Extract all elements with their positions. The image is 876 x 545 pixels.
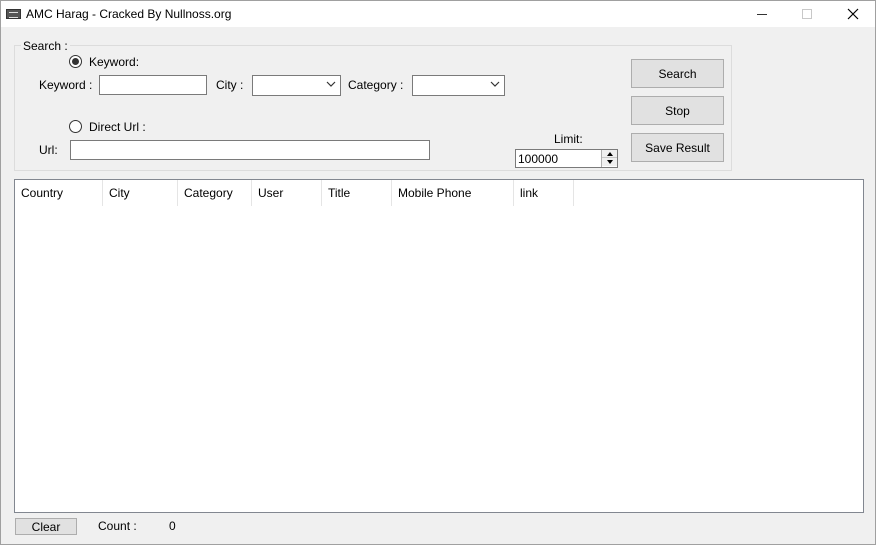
- close-icon: [847, 8, 859, 20]
- column-header-user[interactable]: User: [252, 180, 322, 206]
- app-window: AMC Harag - Cracked By Nullnoss.org Sear…: [0, 0, 876, 545]
- search-button[interactable]: Search: [631, 59, 724, 88]
- app-icon: [6, 9, 21, 19]
- limit-label: Limit:: [554, 132, 583, 146]
- column-header-mobile-phone[interactable]: Mobile Phone: [392, 180, 514, 206]
- column-header-country[interactable]: Country: [15, 180, 103, 206]
- title-bar: AMC Harag - Cracked By Nullnoss.org: [1, 1, 875, 27]
- stop-button[interactable]: Stop: [631, 96, 724, 125]
- clear-button[interactable]: Clear: [15, 518, 77, 535]
- chevron-down-icon: [490, 81, 500, 87]
- maximize-button[interactable]: [784, 1, 830, 27]
- column-header-city[interactable]: City: [103, 180, 178, 206]
- arrow-down-icon: [606, 160, 613, 164]
- category-select[interactable]: [412, 75, 505, 96]
- column-header-link[interactable]: link: [514, 180, 574, 206]
- url-input[interactable]: [70, 140, 430, 160]
- minimize-button[interactable]: [739, 1, 785, 27]
- column-header-title[interactable]: Title: [322, 180, 392, 206]
- window-title: AMC Harag - Cracked By Nullnoss.org: [26, 7, 232, 21]
- column-header-category[interactable]: Category: [178, 180, 252, 206]
- url-label: Url:: [39, 143, 58, 157]
- keyword-input[interactable]: [99, 75, 207, 95]
- limit-spinner: [601, 150, 617, 167]
- direct-url-radio-label: Direct Url :: [89, 120, 146, 134]
- keyword-label: Keyword :: [39, 78, 93, 92]
- category-label: Category :: [348, 78, 404, 92]
- count-value: 0: [169, 519, 176, 533]
- limit-numeric-input[interactable]: 100000: [515, 149, 618, 168]
- keyword-radio-label: Keyword:: [89, 55, 140, 69]
- direct-url-radio[interactable]: [69, 120, 82, 133]
- close-button[interactable]: [830, 1, 876, 27]
- city-select[interactable]: [252, 75, 341, 96]
- spin-up-button[interactable]: [602, 150, 617, 158]
- spin-down-button[interactable]: [602, 158, 617, 166]
- save-result-button[interactable]: Save Result: [631, 133, 724, 162]
- count-label: Count :: [98, 519, 137, 533]
- keyword-radio[interactable]: [69, 55, 82, 68]
- results-header: Country City Category User Title Mobile …: [15, 180, 574, 206]
- maximize-icon: [802, 9, 812, 19]
- minimize-icon: [757, 13, 767, 15]
- arrow-up-icon: [606, 151, 613, 156]
- search-group-legend: Search :: [21, 39, 70, 53]
- results-listview[interactable]: Country City Category User Title Mobile …: [14, 179, 864, 513]
- city-label: City :: [216, 78, 244, 92]
- chevron-down-icon: [326, 81, 336, 87]
- limit-value: 100000: [518, 152, 559, 166]
